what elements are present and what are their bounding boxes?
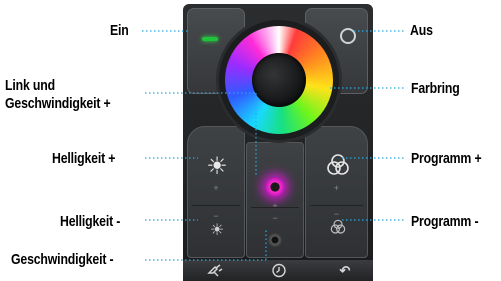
overlapping-circles-icon[interactable] xyxy=(326,153,350,177)
divider xyxy=(310,205,363,206)
label-farbring: Farbring xyxy=(411,80,460,97)
dim-dot-icon[interactable] xyxy=(268,233,282,247)
label-geschwindigkeit-minus: Geschwindigkeit - xyxy=(11,251,114,268)
sun-large-icon[interactable]: ☀ xyxy=(202,155,232,179)
color-ring-holder xyxy=(219,20,339,140)
brightness-column: ☀ + − ☀ xyxy=(187,126,245,258)
label-programm-minus: Programm - xyxy=(411,213,479,230)
label-link-line2: Geschwindigkeit + xyxy=(5,95,111,112)
speed-column: + − xyxy=(246,142,304,258)
power-on-indicator-icon xyxy=(202,37,218,41)
power-off-circle-icon xyxy=(340,28,356,44)
label-aus: Aus xyxy=(410,22,433,39)
plug-icon[interactable] xyxy=(205,263,225,278)
color-ring-center xyxy=(252,53,306,107)
sun-small-icon[interactable]: ☀ xyxy=(206,223,228,239)
program-minus-mark: − xyxy=(333,209,340,219)
program-plus-mark: + xyxy=(333,183,340,193)
divider xyxy=(251,207,299,208)
back-arrow-icon[interactable]: ↶ xyxy=(335,263,355,278)
bottom-toolbar: ↶ xyxy=(183,260,373,281)
label-programm-plus: Programm + xyxy=(411,150,482,167)
clock-icon[interactable] xyxy=(269,263,289,278)
label-helligkeit-minus: Helligkeit - xyxy=(60,213,121,230)
speed-minus-mark: − xyxy=(272,213,278,223)
label-helligkeit-plus: Helligkeit + xyxy=(52,150,116,167)
program-column: + − xyxy=(305,126,368,258)
brightness-minus-mark: − xyxy=(213,211,219,221)
brightness-plus-mark: + xyxy=(213,183,219,193)
label-ein: Ein xyxy=(110,22,129,39)
color-ring[interactable] xyxy=(225,26,333,134)
app-panel: ☀ + − ☀ + − + − ↶ xyxy=(183,4,373,281)
divider xyxy=(192,205,240,206)
speed-plus-mark: + xyxy=(272,201,278,211)
overlapping-circles-small-icon[interactable] xyxy=(330,219,346,235)
label-link-line1: Link und xyxy=(5,77,55,94)
glowing-dot-icon[interactable] xyxy=(265,177,285,197)
